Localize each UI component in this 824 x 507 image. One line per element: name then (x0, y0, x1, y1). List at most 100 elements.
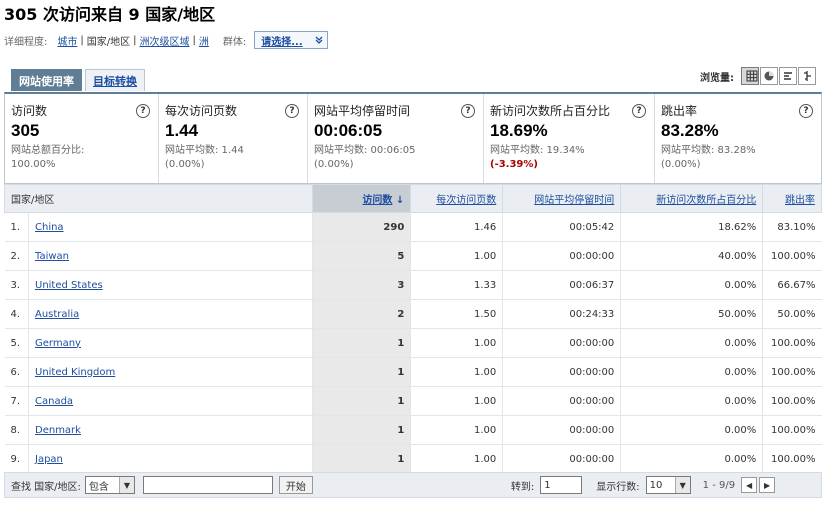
metric-value: 18.69% (490, 121, 548, 140)
help-icon[interactable]: ? (136, 104, 150, 118)
metric-name: 访问数 (11, 104, 48, 118)
col-avg-time[interactable]: 网站平均停留时间 (502, 184, 622, 213)
new-visits-cell: 0.00% (620, 415, 764, 445)
pages-cell: 1.00 (410, 415, 504, 445)
pie-view-icon[interactable] (760, 67, 778, 85)
dropdown-arrow-icon: ▼ (674, 477, 690, 493)
country-cell: Germany (28, 328, 314, 358)
rows-select[interactable]: 10 ▼ (645, 476, 691, 494)
help-icon[interactable]: ? (461, 104, 475, 118)
visits-cell: 3 (312, 270, 412, 300)
row-index: 5. (4, 328, 29, 358)
table-view-icon[interactable] (741, 67, 759, 85)
avg-time-cell: 00:06:37 (502, 270, 622, 300)
country-link[interactable]: Australia (35, 309, 79, 320)
table-row: 2. Taiwan 5 1.00 00:00:00 40.00% 100.00% (4, 241, 822, 271)
metric-value: 305 (11, 121, 40, 140)
country-link[interactable]: Taiwan (35, 251, 69, 262)
go-button[interactable]: 开始 (278, 476, 313, 494)
next-page-icon[interactable]: ▶ (759, 477, 776, 493)
goto-label: 转到: (510, 481, 535, 493)
bounce-cell: 100.00% (762, 444, 822, 474)
pages-cell: 1.00 (410, 328, 504, 358)
goto-input[interactable]: 1 (540, 476, 583, 494)
search-input[interactable] (142, 476, 273, 494)
level-city-link[interactable]: 城市 (57, 33, 77, 48)
avg-time-cell: 00:00:00 (502, 357, 622, 387)
metric-sub: 网站平均数: 83.28% (0.00%) (661, 145, 756, 170)
country-link[interactable]: Germany (35, 338, 81, 349)
metric-sub: 网站平均数: 1.44 (0.00%) (165, 145, 244, 170)
country-cell: Australia (28, 299, 314, 329)
country-link[interactable]: Denmark (35, 425, 81, 436)
new-visits-cell: 0.00% (620, 444, 764, 474)
visits-cell: 1 (312, 357, 412, 387)
help-icon[interactable]: ? (799, 104, 813, 118)
country-cell: Canada (28, 386, 314, 416)
col-country: 国家/地区 (3, 184, 314, 213)
table-footer: 查找 国家/地区: 包含 ▼ 开始 转到: 1 显示行数: 10 ▼ 1 - 9… (4, 472, 822, 498)
country-link[interactable]: United Kingdom (35, 367, 115, 378)
avg-time-cell: 00:00:00 (502, 386, 622, 416)
visits-cell: 1 (312, 444, 412, 474)
comparison-view-icon[interactable] (798, 67, 816, 85)
row-index: 4. (4, 299, 29, 329)
row-index: 6. (4, 357, 29, 387)
segment-label: 群体: (222, 36, 247, 48)
tab-site-usage[interactable]: 网站使用率 (11, 69, 82, 91)
match-select[interactable]: 包含 ▼ (84, 476, 135, 494)
metric-value: 1.44 (165, 121, 199, 140)
pages-cell: 1.00 (410, 386, 504, 416)
metric-sub: 网站平均数: 00:06:05 (0.00%) (314, 145, 416, 170)
country-link[interactable]: Japan (35, 454, 63, 465)
country-cell: Taiwan (28, 241, 314, 271)
bounce-cell: 83.10% (762, 212, 822, 242)
col-pages-per-visit[interactable]: 每次访问页数 (410, 184, 504, 213)
tab-bar: 网站使用率 目标转换 (11, 69, 148, 91)
row-index: 7. (4, 386, 29, 416)
segment-dropdown[interactable]: 请选择... (254, 31, 329, 49)
col-visits-sorted[interactable]: 访问数 ↓ (312, 184, 412, 213)
col-bounce-rate[interactable]: 跳出率 (762, 184, 822, 213)
help-icon[interactable]: ? (285, 104, 299, 118)
visits-cell: 1 (312, 415, 412, 445)
pages-cell: 1.00 (410, 241, 504, 271)
table-row: 4. Australia 2 1.50 00:24:33 50.00% 50.00% (4, 299, 822, 329)
row-index: 2. (4, 241, 29, 271)
table-row: 9. Japan 1 1.00 00:00:00 0.00% 100.00% (4, 444, 822, 474)
level-subcontinent-link[interactable]: 洲次级区域 (140, 33, 190, 48)
country-cell: United States (28, 270, 314, 300)
sort-down-icon: ↓ (395, 195, 405, 206)
metrics-summary: 访问数 305 网站总额百分比: 100.00% ? 每次访问页数 1.44 网站… (4, 92, 822, 184)
country-link[interactable]: United States (35, 280, 103, 291)
country-table: 国家/地区 访问数 ↓ 每次访问页数 网站平均停留时间 新访问次数所占百分比 跳… (3, 184, 822, 474)
avg-time-cell: 00:00:00 (502, 415, 622, 445)
bar-view-icon[interactable] (779, 67, 797, 85)
table-row: 8. Denmark 1 1.00 00:00:00 0.00% 100.00% (4, 415, 822, 445)
metric-name: 每次访问页数 (165, 104, 238, 118)
page-title: 305 次访问来自 9 国家/地区 (4, 5, 216, 24)
search-label: 查找 国家/地区: (11, 481, 81, 493)
country-link[interactable]: Canada (35, 396, 73, 407)
metric-sub: 网站平均数: 19.34% (-3.39%) (490, 145, 585, 170)
pages-cell: 1.00 (410, 444, 504, 474)
table-row: 3. United States 3 1.33 00:06:37 0.00% 66.67% (4, 270, 822, 300)
pages-cell: 1.00 (410, 357, 504, 387)
new-visits-cell: 18.62% (620, 212, 764, 242)
level-continent-link[interactable]: 洲 (199, 33, 209, 48)
country-link[interactable]: China (35, 222, 64, 233)
help-icon[interactable]: ? (632, 104, 646, 118)
prev-page-icon[interactable]: ◀ (741, 477, 758, 493)
bounce-cell: 100.00% (762, 386, 822, 416)
country-cell: China (28, 212, 314, 242)
col-new-visits[interactable]: 新访问次数所占百分比 (620, 184, 764, 213)
metric-name: 网站平均停留时间 (314, 104, 411, 118)
view-label: 浏览量: (700, 72, 734, 84)
tab-goal-conversion[interactable]: 目标转换 (85, 69, 145, 91)
avg-time-cell: 00:05:42 (502, 212, 622, 242)
metric-avg-time: 网站平均停留时间 00:06:05 网站平均数: 00:06:05 (0.00%)… (308, 94, 484, 183)
metric-pages-per-visit: 每次访问页数 1.44 网站平均数: 1.44 (0.00%) ? (159, 94, 308, 183)
metric-value: 00:06:05 (314, 121, 383, 140)
table-row: 5. Germany 1 1.00 00:00:00 0.00% 100.00% (4, 328, 822, 358)
new-visits-cell: 0.00% (620, 386, 764, 416)
